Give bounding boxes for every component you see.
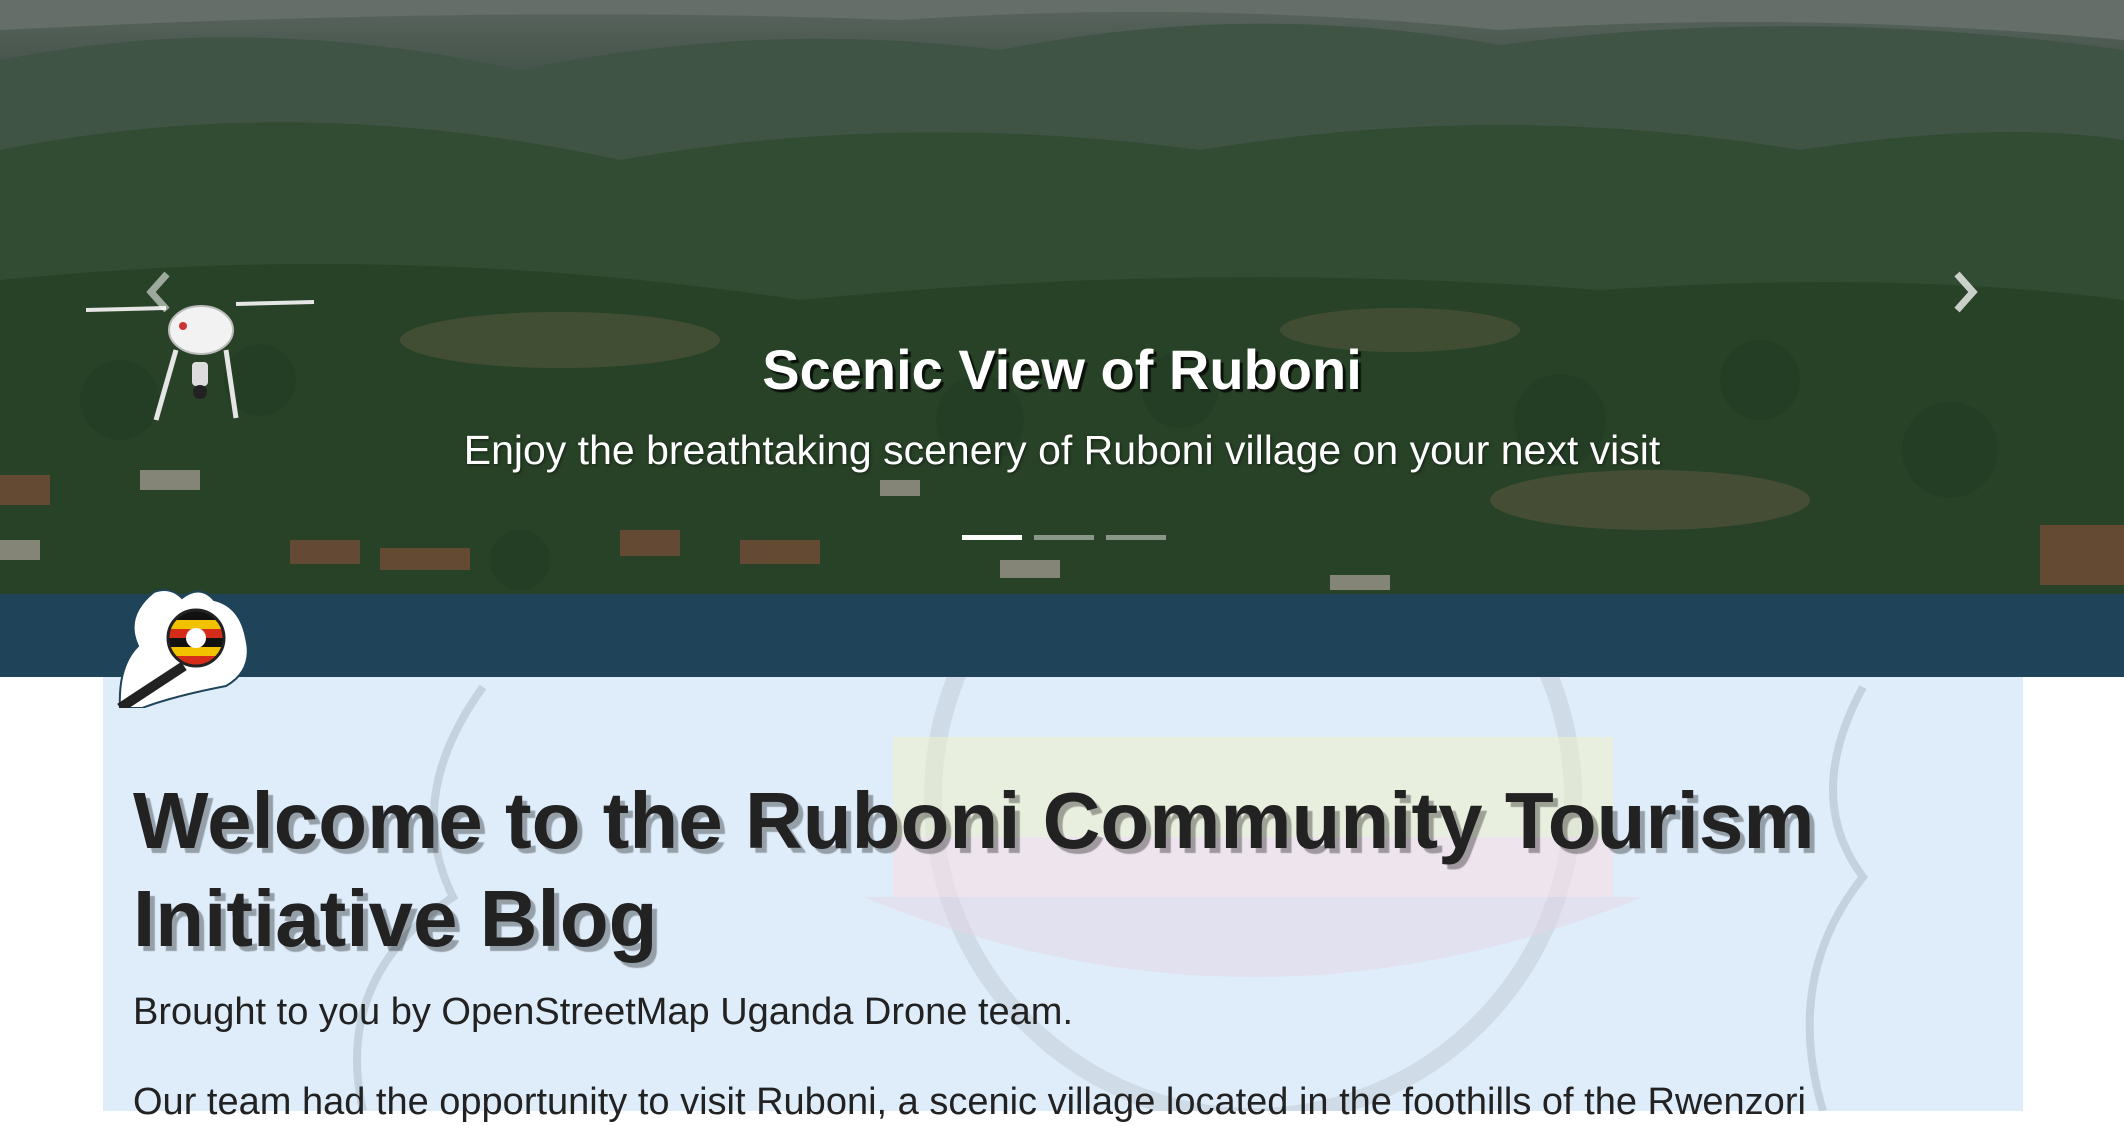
carousel-indicators bbox=[962, 535, 1166, 540]
carousel-indicator-1[interactable] bbox=[962, 535, 1022, 540]
uganda-flag-magnifier-logo[interactable] bbox=[114, 586, 254, 708]
slide-title: Scenic View of Ruboni bbox=[762, 338, 1362, 401]
page-title: Welcome to the Ruboni Community Tourism … bbox=[133, 776, 1815, 963]
chevron-right-icon bbox=[1954, 271, 1978, 313]
chevron-left-icon bbox=[146, 271, 170, 313]
carousel-prev-button[interactable] bbox=[128, 262, 188, 322]
carousel-indicator-2[interactable] bbox=[1034, 535, 1094, 540]
carousel-next-button[interactable] bbox=[1936, 262, 1996, 322]
slide-subtitle: Enjoy the breathtaking scenery of Ruboni… bbox=[463, 427, 1661, 473]
hero-carousel: Scenic View of Ruboni Enjoy the breathta… bbox=[0, 0, 2124, 594]
blog-byline: Brought to you by OpenStreetMap Uganda D… bbox=[133, 991, 1073, 1033]
carousel-indicator-3[interactable] bbox=[1106, 535, 1166, 540]
blog-intro-paragraph: Our team had the opportunity to visit Ru… bbox=[133, 1081, 1806, 1123]
top-navbar bbox=[0, 594, 2124, 677]
